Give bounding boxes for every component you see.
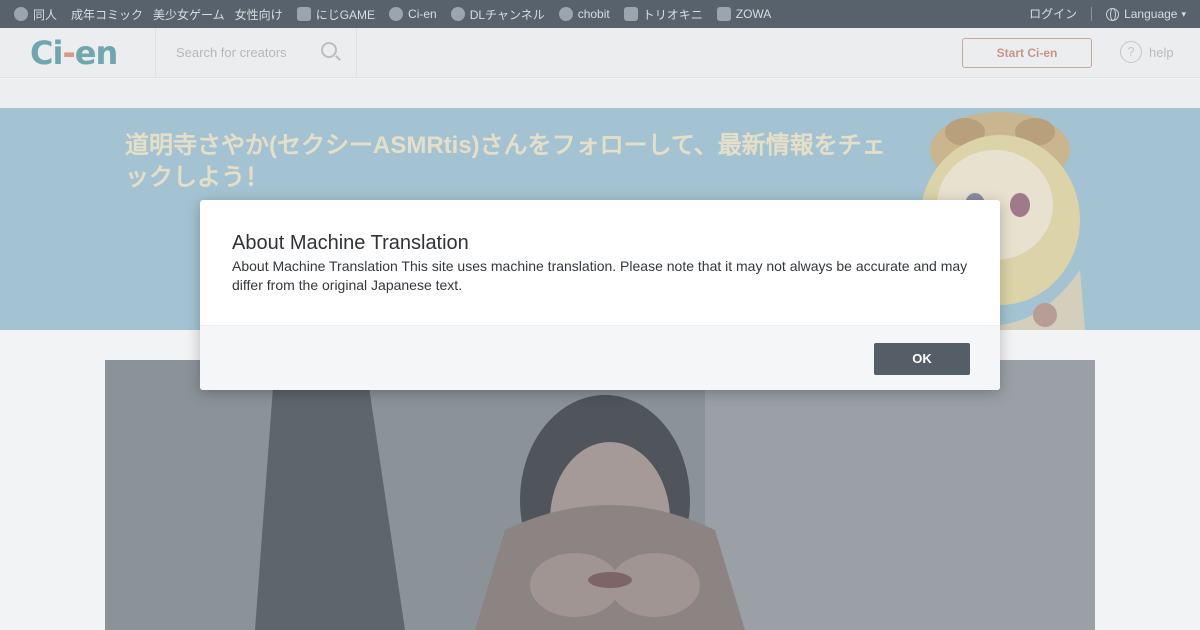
- site-link-comic[interactable]: 成年コミック: [71, 6, 143, 23]
- dialog-body: About Machine Translation About Machine …: [200, 200, 1000, 325]
- dlsite-icon: [14, 7, 28, 21]
- dialog-message: About Machine Translation This site uses…: [232, 258, 968, 293]
- site-link-dlchannel[interactable]: DLチャンネル: [450, 6, 545, 23]
- search-input[interactable]: [176, 42, 316, 62]
- chobit-icon: [558, 7, 573, 21]
- triokini-icon: [623, 7, 638, 21]
- search-box: [155, 28, 357, 78]
- creator-cover-photo: [105, 360, 1095, 630]
- site-link-cien[interactable]: Ci-en: [389, 7, 437, 21]
- cien-logo[interactable]: Ci-en: [30, 34, 118, 72]
- help-link[interactable]: ? help: [1120, 41, 1174, 63]
- search-icon[interactable]: [321, 42, 337, 58]
- follow-banner-text: 道明寺さやか(セクシーASMRtis)さんをフォローして、最新情報をチェックしよ…: [125, 132, 886, 191]
- language-selector[interactable]: Language ▾: [1106, 7, 1186, 21]
- site-link-chobit[interactable]: chobit: [558, 7, 610, 21]
- global-site-bar: 同人 成年コミック 美少女ゲーム 女性向け にじGAME Ci-en DLチャン…: [0, 0, 1200, 28]
- dialog-footer: OK: [200, 325, 1000, 390]
- sub-navigation: [0, 79, 1200, 108]
- chevron-down-icon: ▾: [1181, 8, 1186, 19]
- site-link-female[interactable]: 女性向け: [235, 6, 283, 23]
- language-label: Language: [1124, 7, 1178, 21]
- cover-photo-image: [105, 360, 1095, 630]
- site-link-triokini[interactable]: トリオキニ: [623, 6, 703, 23]
- ok-button[interactable]: OK: [874, 343, 970, 375]
- site-link-doujin[interactable]: 同人: [14, 6, 57, 23]
- site-header: Ci-en Start Ci-en ? help: [0, 28, 1200, 78]
- zowa-icon: [716, 7, 731, 21]
- site-link-zowa[interactable]: ZOWA: [716, 7, 771, 21]
- site-link-bishoujo[interactable]: 美少女ゲーム: [153, 6, 225, 23]
- help-label: help: [1149, 44, 1174, 60]
- globe-icon: [1106, 7, 1120, 21]
- dialog-title: About Machine Translation: [232, 232, 469, 254]
- dlchannel-icon: [450, 7, 465, 21]
- start-cien-button[interactable]: Start Ci-en: [962, 38, 1092, 68]
- site-link-nijigame[interactable]: にじGAME: [296, 6, 375, 23]
- topbar-right: ログイン Language ▾: [1029, 0, 1186, 28]
- nijigame-icon: [296, 7, 311, 21]
- machine-translation-dialog: About Machine Translation About Machine …: [200, 200, 1000, 390]
- help-icon: ?: [1120, 41, 1142, 63]
- login-link[interactable]: ログイン: [1029, 7, 1093, 21]
- cien-icon: [389, 7, 404, 21]
